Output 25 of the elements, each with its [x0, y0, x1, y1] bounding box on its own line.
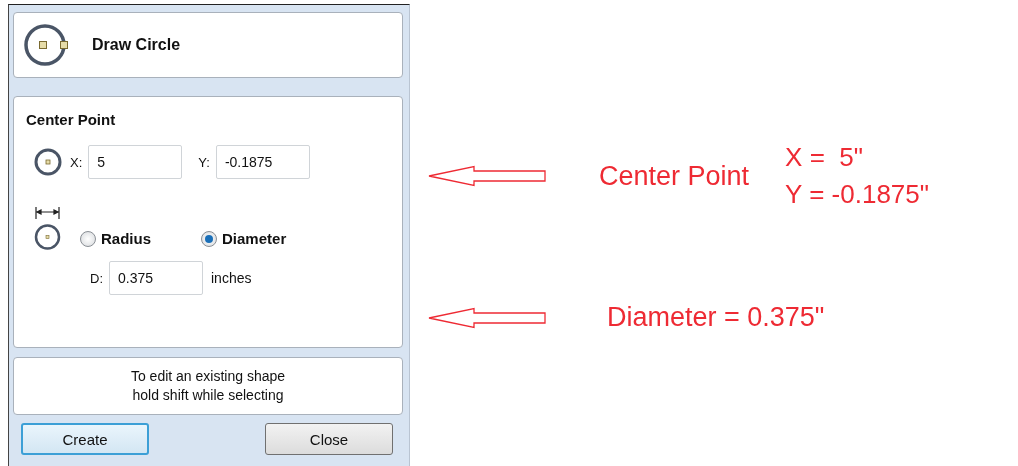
radio-option[interactable]: Diameter — [201, 230, 287, 247]
arrow-icon — [428, 306, 547, 329]
close-button[interactable]: Close — [265, 423, 393, 455]
annotation-value: X = 5" — [785, 142, 864, 173]
radio-icon[interactable] — [80, 230, 96, 247]
arrow-icon — [428, 165, 547, 187]
y-field[interactable]: -0.1875 — [215, 145, 310, 179]
hint-text: To edit an existing shape hold shift while selecting — [130, 367, 286, 405]
diameter-icon — [34, 205, 62, 251]
create-button[interactable]: Create — [21, 423, 149, 455]
unit-label: inches — [211, 270, 252, 286]
x-field[interactable]: 5 — [88, 145, 183, 179]
annotation-value: Y = -0.1875" — [785, 179, 929, 210]
d-label: D: — [90, 270, 103, 286]
panel-title: Draw Circle — [92, 36, 181, 54]
radio-icon[interactable] — [201, 230, 217, 247]
annotation-label: Center Point — [599, 160, 750, 192]
y-label: Y: — [198, 154, 210, 170]
annotation-label: Diameter = 0.375" — [607, 302, 825, 333]
x-label: X: — [70, 154, 83, 170]
diameter-field[interactable]: 0.375 — [109, 261, 203, 295]
radio-option[interactable]: Radius — [80, 230, 151, 247]
center-point-icon — [34, 148, 62, 176]
circle-icon — [24, 22, 70, 68]
section-heading: Center Point — [26, 111, 117, 128]
